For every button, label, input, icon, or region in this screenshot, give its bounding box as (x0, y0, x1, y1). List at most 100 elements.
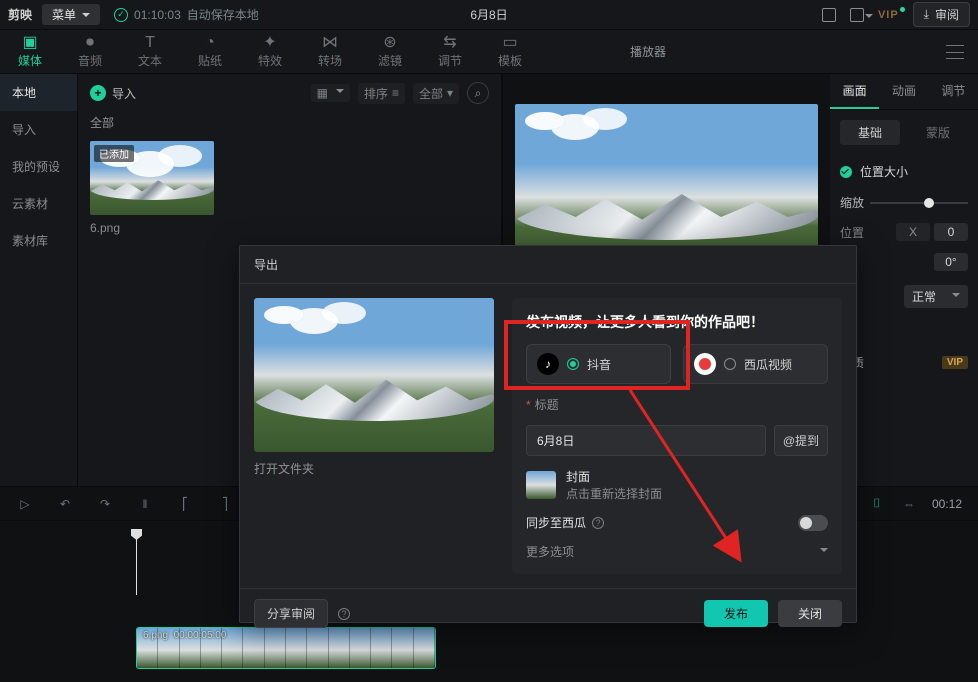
tab-adjust[interactable]: 调节 (929, 74, 978, 109)
sync-label: 同步至西瓜 (526, 514, 586, 531)
text-icon: T (120, 34, 180, 52)
chevron-down-icon (820, 548, 828, 556)
help-icon[interactable]: ? (592, 517, 604, 529)
tab-picture[interactable]: 画面 (830, 74, 879, 109)
inspector-tabs: 画面 动画 调节 (830, 74, 978, 110)
publish-panel: 发布视频，让更多人看到你的作品吧！ ♪ 抖音 西瓜视频 标题 6月8日 @提到 (512, 298, 842, 574)
added-badge: 已添加 (94, 145, 134, 162)
asset-section: 全部 (90, 114, 489, 131)
tool-adjust[interactable]: ⇆调节 (420, 34, 480, 69)
export-modal: 导出 打开文件夹 发布视频，让更多人看到你的作品吧！ ♪ 抖音 西瓜视频 标题 (239, 245, 857, 623)
review-button[interactable]: ⤓ 审阅 (913, 2, 970, 27)
nav-library[interactable]: 素材库 (0, 222, 77, 259)
search-button[interactable]: ⌕ (467, 82, 489, 104)
topbar-right: VIP ⤓ 审阅 (822, 2, 970, 27)
modal-preview-col: 打开文件夹 (254, 298, 494, 574)
media-icon: ▣ (0, 34, 60, 52)
tool-effect[interactable]: ✦特效 (240, 34, 300, 69)
nav-local[interactable]: 本地 (0, 74, 77, 111)
tool-template[interactable]: ▭模板 (480, 34, 540, 69)
import-button[interactable]: + 导入 (90, 85, 136, 102)
cut-right-icon[interactable]: ⎤ (216, 495, 234, 513)
transition-icon: ⋈ (300, 34, 360, 52)
cover-label: 封面 (566, 468, 662, 485)
cut-left-icon[interactable]: ⎡ (176, 495, 194, 513)
tool-filter[interactable]: ⊛滤镜 (360, 34, 420, 69)
x-value[interactable]: 0 (934, 223, 968, 241)
export-icon: ⤓ (924, 7, 929, 22)
layout-icon-2[interactable] (850, 8, 864, 22)
redo-icon[interactable]: ↷ (96, 495, 114, 513)
plus-icon: + (90, 85, 106, 101)
help-icon[interactable]: ? (338, 608, 350, 620)
modal-footer: 分享审阅 ? 发布 关闭 (240, 588, 856, 638)
split-icon[interactable]: ‖ (136, 495, 154, 513)
radio-off-icon (724, 358, 736, 370)
subtab-basic[interactable]: 基础 (840, 120, 900, 145)
douyin-icon: ♪ (537, 353, 559, 375)
pointer-icon[interactable]: ▷ (16, 495, 34, 513)
scale-slider[interactable]: 缩放 (830, 188, 978, 217)
cover-row[interactable]: 封面 点击重新选择封面 (526, 468, 828, 502)
sort-button[interactable]: 排序 ≡ (358, 83, 405, 104)
subtab-mask[interactable]: 蒙版 (908, 120, 968, 145)
playhead[interactable] (136, 535, 137, 595)
inspector-subtabs: 基础 蒙版 (830, 110, 978, 155)
autosave-status: ✓ 01:10:03 自动保存本地 (114, 6, 259, 23)
sticker-icon: ◔ (180, 34, 240, 52)
panel-menu-icon[interactable] (946, 45, 964, 59)
thumb-image: 已添加 (90, 141, 214, 215)
tool-text[interactable]: T文本 (120, 34, 180, 69)
platform-douyin[interactable]: ♪ 抖音 (526, 344, 671, 384)
leftnav: 本地 导入 我的预设 云素材 素材库 (0, 74, 78, 486)
check-icon: ✓ (114, 8, 128, 22)
player-label: 播放器 (618, 43, 946, 60)
platform-xigua[interactable]: 西瓜视频 (683, 344, 828, 384)
topbar: 剪映 菜单 ✓ 01:10:03 自动保存本地 6月8日 VIP ⤓ 审阅 (0, 0, 978, 30)
check-icon (840, 166, 852, 178)
title-input[interactable]: 6月8日 (526, 425, 766, 456)
tool-audio[interactable]: ⏺音频 (60, 34, 120, 69)
prop-position-size[interactable]: 位置大小 (830, 155, 978, 188)
tool-sticker[interactable]: ◔贴纸 (180, 34, 240, 69)
magnet-icon[interactable]: ⌷ (868, 495, 886, 513)
cover-hint: 点击重新选择封面 (566, 485, 662, 502)
sync-row: 同步至西瓜 ? (526, 514, 828, 531)
more-options[interactable]: 更多选项 (526, 543, 828, 560)
project-title: 6月8日 (470, 6, 507, 23)
mention-button[interactable]: @提到 (774, 425, 828, 456)
toolrow: ▣媒体 ⏺音频 T文本 ◔贴纸 ✦特效 ⋈转场 ⊛滤镜 ⇆调节 ▭模板 播放器 (0, 30, 978, 74)
blend-mode-select[interactable]: 正常 (904, 285, 968, 308)
publish-headline: 发布视频，让更多人看到你的作品吧！ (526, 312, 828, 332)
link-icon[interactable]: ⇔ (900, 495, 918, 513)
filter-all[interactable]: 全部 ▾ (413, 83, 459, 104)
cover-thumb (526, 471, 556, 499)
radio-on-icon (567, 358, 579, 370)
asset-thumb[interactable]: 已添加 6.png (90, 141, 214, 235)
close-button[interactable]: 关闭 (778, 600, 842, 627)
timecode: 00:12 (932, 497, 962, 511)
share-review-button[interactable]: 分享审阅 (254, 599, 328, 628)
search-icon: ⌕ (475, 86, 482, 101)
tab-anim[interactable]: 动画 (879, 74, 928, 109)
view-grid[interactable]: ▦ (311, 84, 350, 102)
tool-transition[interactable]: ⋈转场 (300, 34, 360, 69)
audio-icon: ⏺ (60, 34, 120, 52)
sync-toggle[interactable] (798, 515, 828, 531)
adjust-icon: ⇆ (420, 34, 480, 52)
vip-tag: VIP (942, 356, 968, 369)
nav-import[interactable]: 导入 (0, 111, 77, 148)
title-label: 标题 (526, 396, 828, 413)
open-folder-link[interactable]: 打开文件夹 (254, 460, 494, 477)
menu-button[interactable]: 菜单 (42, 4, 100, 25)
layout-icon-1[interactable] (822, 8, 836, 22)
template-icon: ▭ (480, 34, 540, 52)
nav-presets[interactable]: 我的预设 (0, 148, 77, 185)
vip-badge[interactable]: VIP (878, 9, 899, 21)
undo-icon[interactable]: ↶ (56, 495, 74, 513)
publish-button[interactable]: 发布 (704, 600, 768, 627)
tool-media[interactable]: ▣媒体 (0, 34, 60, 69)
nav-cloud[interactable]: 云素材 (0, 185, 77, 222)
x-label: X (896, 223, 930, 241)
export-preview (254, 298, 494, 452)
